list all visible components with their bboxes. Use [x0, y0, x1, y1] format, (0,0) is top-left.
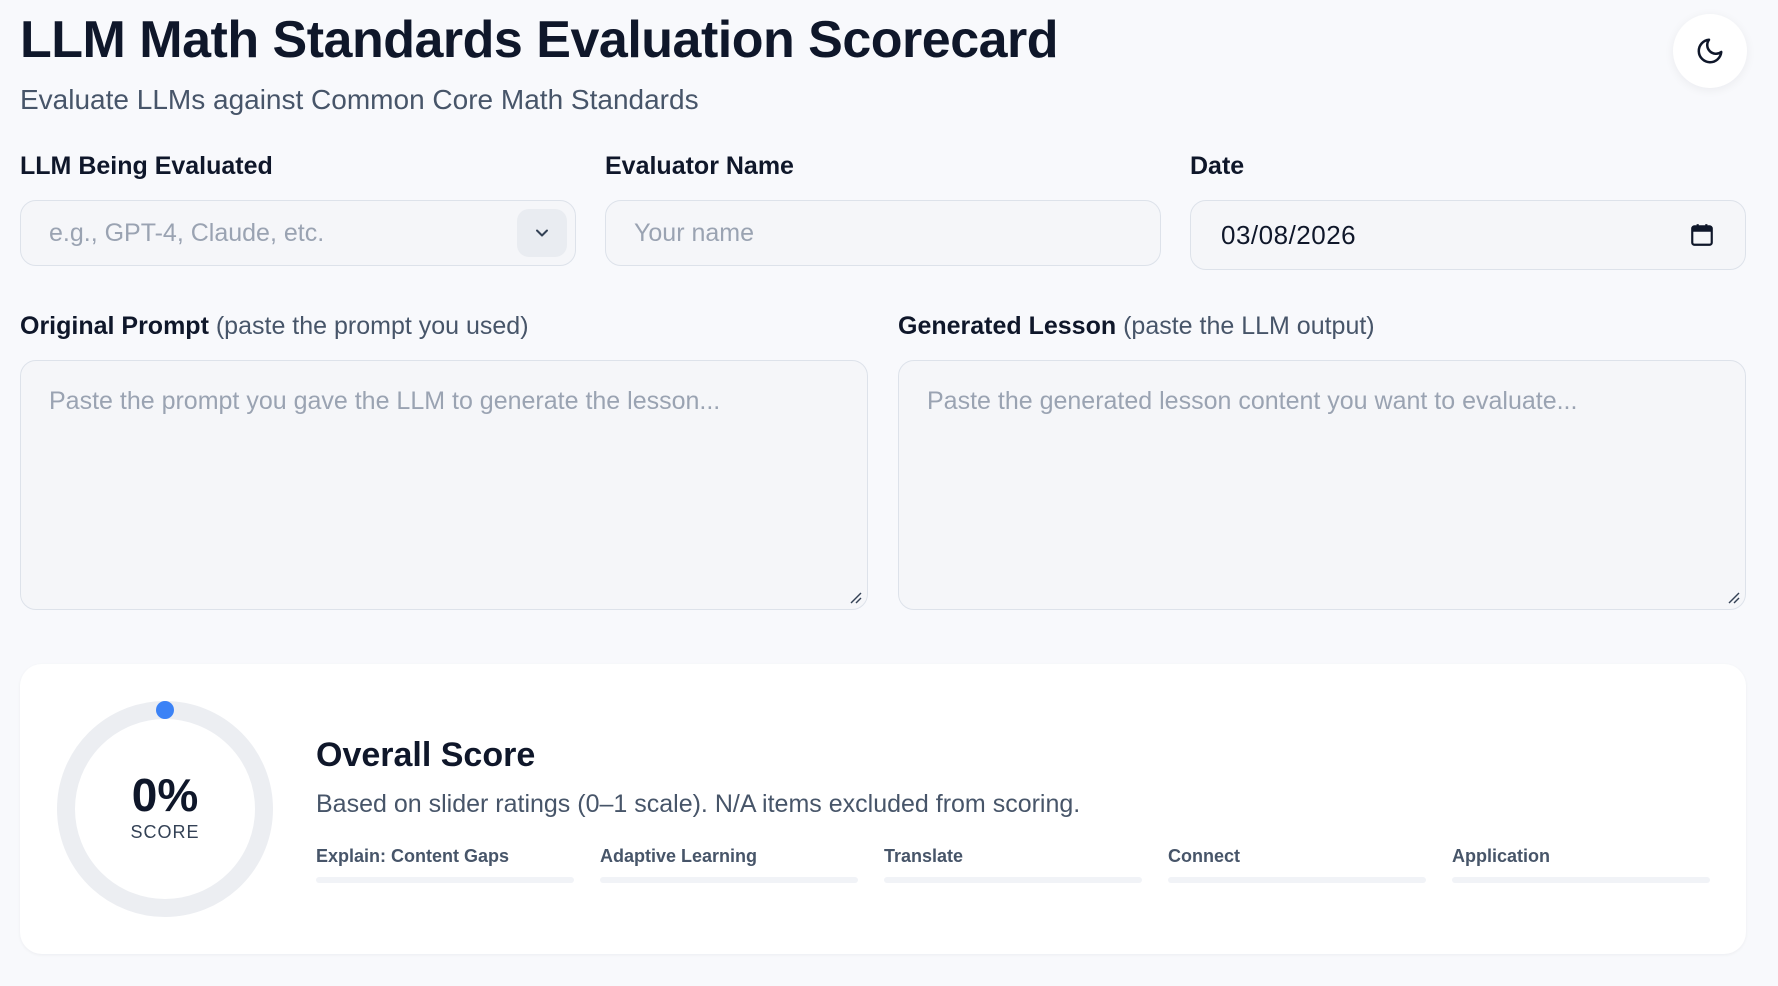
category-progress-bar [1168, 877, 1426, 883]
overall-score-title: Overall Score [316, 736, 536, 774]
llm-select-placeholder: e.g., GPT-4, Claude, etc. [49, 218, 325, 247]
page-title: LLM Math Standards Evaluation Scorecard [20, 11, 1059, 69]
generated-lesson-textarea[interactable]: Paste the generated lesson content you w… [898, 360, 1746, 610]
category-connect: Connect [1168, 846, 1426, 883]
category-label: Application [1452, 846, 1550, 866]
overall-score-description: Based on slider ratings (0–1 scale). N/A… [316, 790, 1081, 818]
category-progress-bar [1452, 877, 1710, 883]
original-prompt-textarea[interactable]: Paste the prompt you gave the LLM to gen… [20, 360, 868, 610]
resize-handle-icon[interactable] [847, 589, 863, 605]
prompt-label-hint: (paste the prompt you used) [215, 312, 529, 340]
llm-label: LLM Being Evaluated [20, 152, 273, 180]
score-caption: SCORE [130, 822, 200, 842]
category-adaptive-learning: Adaptive Learning [600, 846, 858, 883]
category-label: Connect [1168, 846, 1240, 866]
category-application: Application [1452, 846, 1710, 883]
lesson-label: Generated Lesson (paste the LLM output) [898, 312, 1375, 341]
date-label: Date [1190, 152, 1245, 180]
llm-dropdown-button[interactable] [517, 209, 567, 257]
lesson-placeholder: Paste the generated lesson content you w… [927, 387, 1578, 415]
theme-toggle-button[interactable] [1673, 14, 1747, 88]
prompt-label: Original Prompt (paste the prompt you us… [20, 312, 529, 341]
date-value: 03/08/2026 [1221, 219, 1357, 250]
page-subtitle: Evaluate LLMs against Common Core Math S… [20, 84, 699, 115]
category-label: Translate [884, 846, 964, 866]
category-progress-bar [884, 877, 1142, 883]
evaluator-label: Evaluator Name [605, 152, 794, 180]
lesson-label-text: Generated Lesson [898, 312, 1117, 340]
category-progress-bar [600, 877, 858, 883]
category-label: Explain: Content Gaps [316, 846, 510, 866]
date-input[interactable]: 03/08/2026 [1190, 200, 1746, 270]
lesson-label-hint: (paste the LLM output) [1123, 312, 1375, 340]
llm-select[interactable]: e.g., GPT-4, Claude, etc. [20, 200, 576, 266]
score-value: 0% [131, 769, 199, 821]
prompt-label-text: Original Prompt [20, 312, 209, 340]
moon-icon [1697, 38, 1723, 64]
category-scores: Explain: Content Gaps Adaptive Learning … [316, 846, 1712, 896]
prompt-placeholder: Paste the prompt you gave the LLM to gen… [49, 387, 721, 415]
category-translate: Translate [884, 846, 1142, 883]
resize-handle-icon[interactable] [1725, 589, 1741, 605]
evaluator-name-input[interactable] [605, 200, 1161, 266]
category-explain-content-gaps: Explain: Content Gaps [316, 846, 574, 883]
chevron-down-icon [536, 229, 548, 237]
category-label: Adaptive Learning [600, 846, 758, 866]
category-progress-bar [316, 877, 574, 883]
calendar-icon[interactable] [1689, 222, 1715, 248]
overall-score-card: 0% SCORE Overall Score Based on slider r… [20, 664, 1746, 954]
